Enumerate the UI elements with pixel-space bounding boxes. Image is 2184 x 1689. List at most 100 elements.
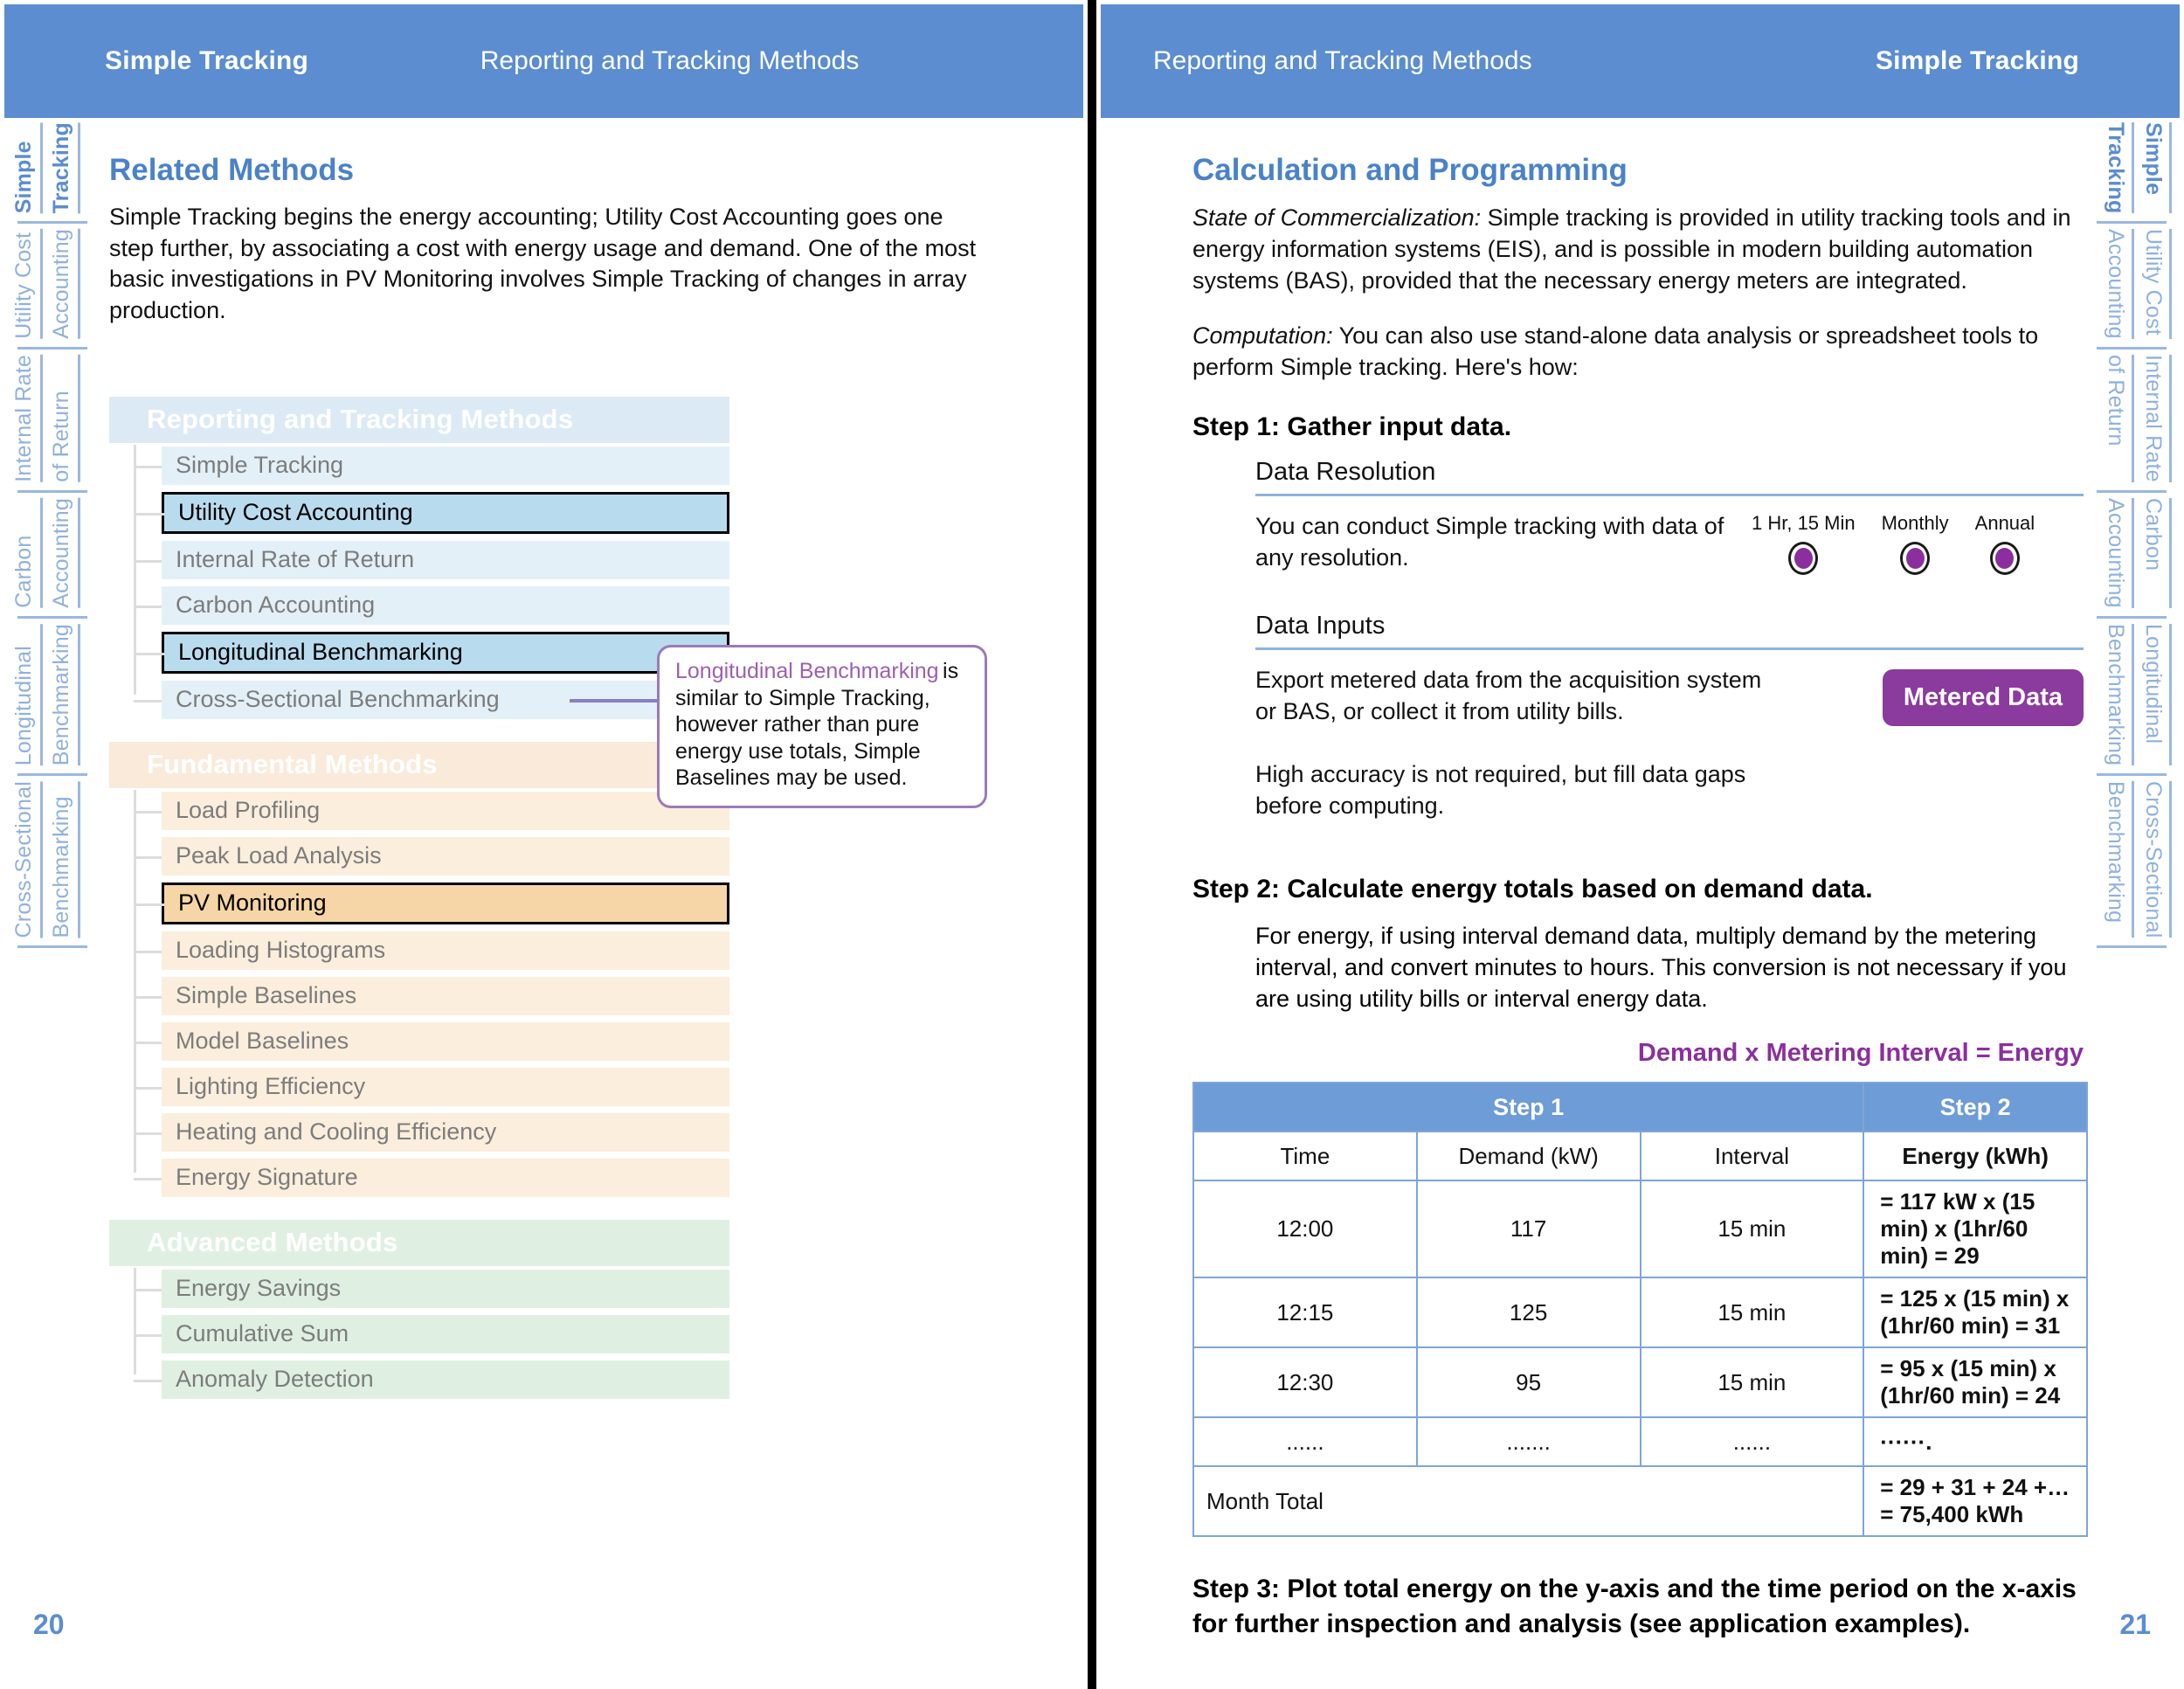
data-inputs-divider xyxy=(1255,647,2084,650)
computation-label: Computation: xyxy=(1192,322,1333,349)
radio-selected-dot xyxy=(1905,547,1925,569)
radio-button-icon[interactable] xyxy=(1788,541,1819,575)
side-tab-6[interactable]: Cross-Sectional Benchmarking xyxy=(2091,780,2172,949)
method-row[interactable]: Energy Savings xyxy=(134,1269,729,1308)
step-1-heading: Step 1: Gather input data. xyxy=(1192,412,1512,441)
method-row[interactable]: Cumulative Sum xyxy=(134,1314,729,1353)
data-inputs-block: Data Inputs Export metered data from the… xyxy=(1255,612,2084,822)
method-row[interactable]: Load Profiling xyxy=(134,791,729,830)
calculation-table: Step 1 Step 2 Time Demand (kW) Interval Ene… xyxy=(1192,1082,2088,1538)
radio-button-icon[interactable] xyxy=(1989,541,2020,575)
side-tab-rule xyxy=(17,945,87,949)
method-row[interactable]: Simple Baselines xyxy=(134,976,729,1015)
table-group-header-step2: Step 2 xyxy=(1863,1082,2088,1133)
method-group-title: Reporting and Tracking Methods xyxy=(109,396,729,443)
energy-equation: Demand x Metering Interval = Energy xyxy=(1637,1039,2084,1068)
side-tab-lines: Simple Tracking xyxy=(11,122,93,214)
metered-data-badge-wrap: Metered Data xyxy=(1780,664,2084,726)
radio-button-icon[interactable] xyxy=(1900,541,1931,575)
table-cell-interval: 15 min xyxy=(1639,1180,1865,1279)
running-header-left: Simple Tracking Reporting and Tracking M… xyxy=(4,4,1083,118)
side-tab-1[interactable]: Simple Tracking xyxy=(11,122,93,225)
method-row[interactable]: Anomaly Detection xyxy=(134,1360,729,1399)
resolution-option[interactable]: 1 Hr, 15 Min xyxy=(1752,512,1856,575)
method-row[interactable]: Internal Rate of Return xyxy=(134,540,729,579)
side-tab-rule xyxy=(2097,945,2167,949)
table-total-row: Month Total = 29 + 31 + 24 +… = 75,400 kW… xyxy=(1192,1465,2088,1538)
table-group-header-row: Step 1 Step 2 xyxy=(1192,1082,2088,1133)
method-group: Reporting and Tracking Methods Simple Tra… xyxy=(109,396,729,719)
side-tab-rule xyxy=(2097,489,2167,493)
method-row[interactable]: PV Monitoring xyxy=(136,882,729,924)
side-tab-label: Cross-Sectional xyxy=(11,780,43,938)
side-tab-3[interactable]: Internal Rate of Return xyxy=(2091,355,2172,493)
side-tab-strip-right: Simple Tracking Utility Cost Accounting Inte… xyxy=(2091,122,2172,953)
side-tab-2[interactable]: Utility Cost Accounting xyxy=(11,229,93,350)
side-tab-1[interactable]: Simple Tracking xyxy=(2091,122,2172,225)
table-total-label: Month Total xyxy=(1192,1465,1865,1538)
method-row[interactable]: Energy Signature xyxy=(134,1158,729,1197)
tree-spine xyxy=(134,789,136,1173)
data-resolution-block: Data Resolution You can conduct Simple t… xyxy=(1255,458,2084,575)
side-tab-label: Longitudinal xyxy=(2141,623,2172,765)
side-tab-rule xyxy=(2097,221,2167,225)
resolution-radio-group[interactable]: 1 Hr, 15 Min Monthly Annual xyxy=(1752,510,2035,575)
right-page-body: Calculation and Programming State of Com… xyxy=(1192,153,2088,1642)
method-row[interactable]: Model Baselines xyxy=(134,1021,729,1061)
page-left: Simple Tracking Reporting and Tracking M… xyxy=(0,0,1088,1689)
method-tree: Reporting and Tracking Methods Simple Tra… xyxy=(109,396,729,1399)
side-tab-lines: Utility Cost Accounting xyxy=(11,229,93,340)
side-tab-label: Benchmarking xyxy=(49,623,80,765)
method-row[interactable]: Heating and Cooling Efficiency xyxy=(134,1112,729,1152)
method-row[interactable]: Carbon Accounting xyxy=(134,585,729,625)
side-tab-5[interactable]: Longitudinal Benchmarking xyxy=(11,623,93,776)
side-tab-rule xyxy=(2097,615,2167,619)
method-group-title: Advanced Methods xyxy=(109,1219,729,1266)
step-2-heading: Step 2: Calculate energy totals based on… xyxy=(1192,874,1873,903)
table-cell-demand: 95 xyxy=(1415,1346,1641,1419)
resolution-option[interactable]: Monthly xyxy=(1882,512,1949,575)
side-tab-label: Benchmarking xyxy=(2104,780,2134,938)
side-tab-3[interactable]: Internal Rate of Return xyxy=(11,355,93,493)
resolution-option-label: Monthly xyxy=(1881,511,1949,534)
table-column-header: Interval xyxy=(1639,1131,1865,1182)
resolution-option[interactable]: Annual xyxy=(1975,512,2035,575)
method-row[interactable]: Utility Cost Accounting xyxy=(136,491,729,534)
side-tab-label: Benchmarking xyxy=(2104,623,2134,765)
table-column-header: Energy (kWh) xyxy=(1863,1131,2088,1182)
method-group-rows: Energy Savings Cumulative Sum Anomaly Dete… xyxy=(109,1267,729,1399)
side-tab-lines: Internal Rate of Return xyxy=(2091,355,2172,482)
table-cell-energy: = 117 kW x (15 min) x (1hr/60 min) = 29 xyxy=(1863,1180,2088,1279)
table-cell-time: 12:00 xyxy=(1192,1180,1418,1279)
side-tab-lines: Carbon Accounting xyxy=(2091,497,2172,608)
method-row[interactable]: Simple Tracking xyxy=(134,446,729,485)
table-group-header-step1: Step 1 xyxy=(1192,1082,1865,1133)
commercialization-label: State of Commercialization: xyxy=(1192,204,1482,231)
method-row[interactable]: Loading Histograms xyxy=(134,931,729,970)
side-tab-4[interactable]: Carbon Accounting xyxy=(2091,497,2172,619)
side-tab-label: of Return xyxy=(2104,355,2134,482)
side-tab-label: Carbon xyxy=(2141,497,2172,608)
method-row[interactable]: Lighting Efficiency xyxy=(134,1067,729,1106)
side-tab-lines: Simple Tracking xyxy=(2091,122,2172,214)
side-tab-6[interactable]: Cross-Sectional Benchmarking xyxy=(11,780,93,949)
side-tab-lines: Longitudinal Benchmarking xyxy=(11,623,93,765)
header-title-right: Simple Tracking xyxy=(1875,46,2079,75)
callout-connector-line xyxy=(570,699,666,703)
tree-spine xyxy=(134,1267,136,1374)
table-row: 12:30 95 15 min = 95 x (15 min) x (1hr/60 m… xyxy=(1192,1346,2088,1419)
data-inputs-text-2: High accuracy is not required, but fill … xyxy=(1255,761,1746,820)
data-resolution-row: You can conduct Simple tracking with dat… xyxy=(1255,510,2084,575)
table-column-header: Time xyxy=(1192,1131,1418,1182)
intro-paragraph: Simple Tracking begins the energy accoun… xyxy=(109,204,977,323)
side-tab-rule xyxy=(17,347,87,350)
side-tab-4[interactable]: Carbon Accounting xyxy=(11,497,93,619)
side-tab-label: Benchmarking xyxy=(49,780,80,938)
tree-spine xyxy=(134,444,136,695)
side-tab-5[interactable]: Longitudinal Benchmarking xyxy=(2091,623,2172,776)
radio-selected-dot xyxy=(1794,547,1813,569)
method-row[interactable]: Longitudinal Benchmarking xyxy=(136,631,729,674)
method-row[interactable]: Peak Load Analysis xyxy=(134,836,729,876)
side-tab-2[interactable]: Utility Cost Accounting xyxy=(2091,229,2172,350)
table-cell-interval: 15 min xyxy=(1639,1277,1865,1349)
